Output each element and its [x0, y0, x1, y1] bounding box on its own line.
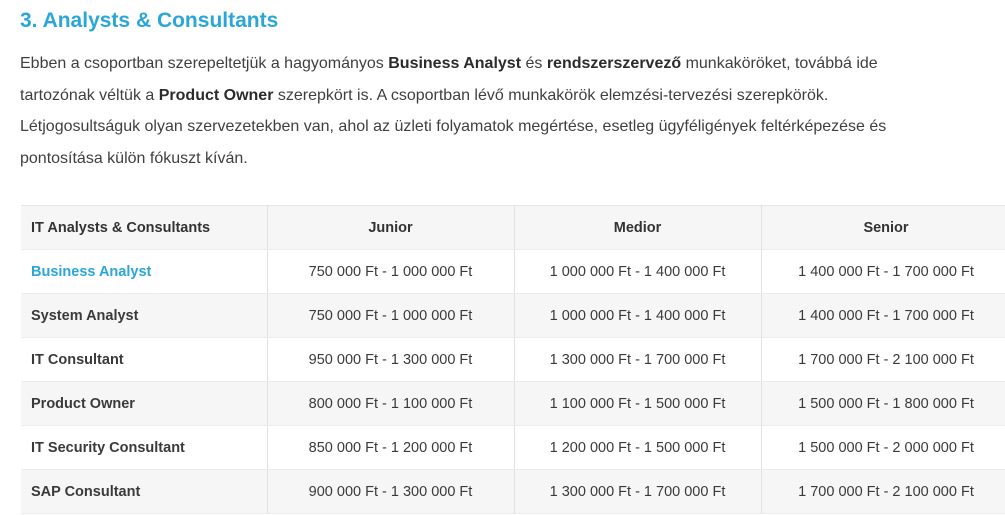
cell-role: System Analyst	[21, 293, 268, 338]
cell-junior: 800 000 Ft - 1 100 000 Ft	[267, 381, 515, 426]
cell-junior: 750 000 Ft - 1 000 000 Ft	[267, 249, 515, 294]
header-medior: Medior	[514, 205, 762, 250]
table-header-row: IT Analysts & Consultants Junior Medior …	[21, 205, 1005, 250]
intro-text: Létjogosultságuk olyan szervezetekben va…	[20, 118, 887, 135]
cell-senior: 1 700 000 Ft - 2 100 000 Ft	[761, 337, 1005, 382]
cell-medior: 1 000 000 Ft - 1 400 000 Ft	[514, 293, 762, 338]
intro-text: szerepkört is. A csoportban lévő munkakö…	[273, 86, 829, 104]
cell-medior: 1 100 000 Ft - 1 500 000 Ft	[514, 381, 762, 426]
cell-senior: 1 500 000 Ft - 2 000 000 Ft	[761, 425, 1005, 470]
cell-junior: 950 000 Ft - 1 300 000 Ft	[267, 337, 515, 382]
cell-junior: 850 000 Ft - 1 200 000 Ft	[267, 425, 515, 470]
intro-text: Ebben a csoportban szerepeltetjük a hagy…	[20, 55, 389, 72]
cell-senior: 1 700 000 Ft - 2 100 000 Ft	[761, 469, 1005, 514]
section-heading: 3. Analysts & Consultants	[20, 9, 279, 32]
salary-table-container: IT Analysts & Consultants Junior Medior …	[21, 205, 1005, 514]
cell-senior: 1 500 000 Ft - 1 800 000 Ft	[761, 381, 1005, 426]
intro-bold-product-owner: Product Owner	[158, 86, 274, 104]
table-row: Product Owner 800 000 Ft - 1 100 000 Ft …	[21, 381, 1005, 426]
business-analyst-link[interactable]: Business Analyst	[21, 249, 268, 294]
intro-text: pontosítása külön fókuszt kíván.	[20, 149, 248, 167]
cell-role: IT Security Consultant	[21, 425, 268, 470]
cell-senior: 1 400 000 Ft - 1 700 000 Ft	[761, 293, 1005, 338]
cell-role: SAP Consultant	[21, 469, 268, 514]
cell-medior: 1 000 000 Ft - 1 400 000 Ft	[514, 249, 762, 294]
cell-senior: 1 400 000 Ft - 1 700 000 Ft	[761, 249, 1005, 294]
cell-junior: 750 000 Ft - 1 000 000 Ft	[267, 293, 515, 338]
intro-text: és	[521, 55, 547, 72]
table-row: System Analyst 750 000 Ft - 1 000 000 Ft…	[21, 293, 1005, 338]
table-row: Business Analyst 750 000 Ft - 1 000 000 …	[21, 249, 1005, 294]
intro-bold-rendszerszervezo: rendszerszervező	[546, 55, 682, 72]
cell-medior: 1 200 000 Ft - 1 500 000 Ft	[514, 425, 762, 470]
header-role: IT Analysts & Consultants	[21, 205, 268, 250]
table-row: SAP Consultant 900 000 Ft - 1 300 000 Ft…	[21, 469, 1005, 514]
intro-text: munkaköröket, továbbá ide	[681, 55, 878, 72]
salary-table: IT Analysts & Consultants Junior Medior …	[21, 205, 1005, 514]
cell-medior: 1 300 000 Ft - 1 700 000 Ft	[514, 337, 762, 382]
intro-paragraph: Ebben a csoportban szerepeltetjük a hagy…	[20, 48, 1000, 174]
table-row: IT Consultant 950 000 Ft - 1 300 000 Ft …	[21, 337, 1005, 382]
table-row: IT Security Consultant 850 000 Ft - 1 20…	[21, 425, 1005, 470]
intro-text: tartozónak véltük a	[20, 86, 159, 104]
cell-medior: 1 300 000 Ft - 1 700 000 Ft	[514, 469, 762, 514]
header-senior: Senior	[761, 205, 1005, 250]
intro-bold-business-analyst: Business Analyst	[388, 55, 522, 72]
header-junior: Junior	[267, 205, 515, 250]
cell-role: IT Consultant	[21, 337, 268, 382]
cell-role: Product Owner	[21, 381, 268, 426]
cell-junior: 900 000 Ft - 1 300 000 Ft	[267, 469, 515, 514]
